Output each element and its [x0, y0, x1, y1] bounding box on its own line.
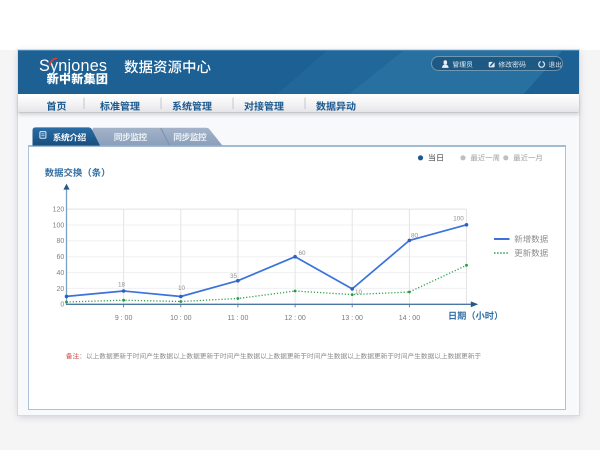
svg-text:9 : 00: 9 : 00 — [115, 315, 133, 322]
svg-text:13 : 00: 13 : 00 — [341, 315, 363, 322]
svg-text:80: 80 — [411, 232, 419, 239]
svg-text:20: 20 — [57, 286, 65, 293]
svg-text:100: 100 — [453, 216, 464, 223]
svg-text:35: 35 — [230, 273, 238, 280]
svg-text:80: 80 — [57, 238, 65, 245]
svg-text:10: 10 — [178, 285, 186, 292]
svg-text:18: 18 — [118, 281, 126, 288]
svg-text:60: 60 — [57, 254, 65, 261]
svg-text:120: 120 — [53, 207, 65, 214]
svg-text:10 : 00: 10 : 00 — [170, 315, 192, 322]
svg-text:Synjones: Synjones — [39, 57, 107, 75]
svg-text:100: 100 — [53, 222, 65, 229]
svg-text:0: 0 — [60, 302, 64, 309]
svg-text:11 : 00: 11 : 00 — [227, 315, 248, 322]
svg-text:10: 10 — [355, 289, 363, 296]
svg-text:40: 40 — [57, 270, 65, 277]
svg-text:14 : 00: 14 : 00 — [399, 315, 421, 322]
svg-text:12 : 00: 12 : 00 — [284, 315, 306, 322]
svg-text:60: 60 — [298, 250, 306, 257]
